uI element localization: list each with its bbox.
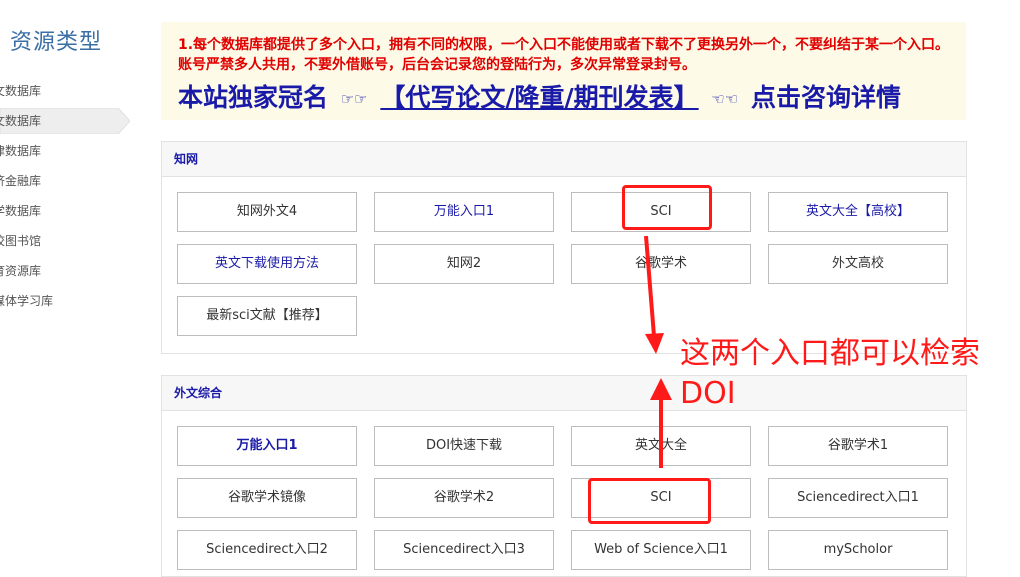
annotation-line-2: DOI <box>680 376 736 411</box>
arrow-down-icon <box>644 235 664 354</box>
annotation-arrows <box>644 235 672 468</box>
annotation-line-1: 这两个入口都可以检索 <box>680 336 980 371</box>
arrow-up-icon <box>650 378 672 468</box>
annotation-text: 这两个入口都可以检索 DOI <box>680 334 1020 414</box>
